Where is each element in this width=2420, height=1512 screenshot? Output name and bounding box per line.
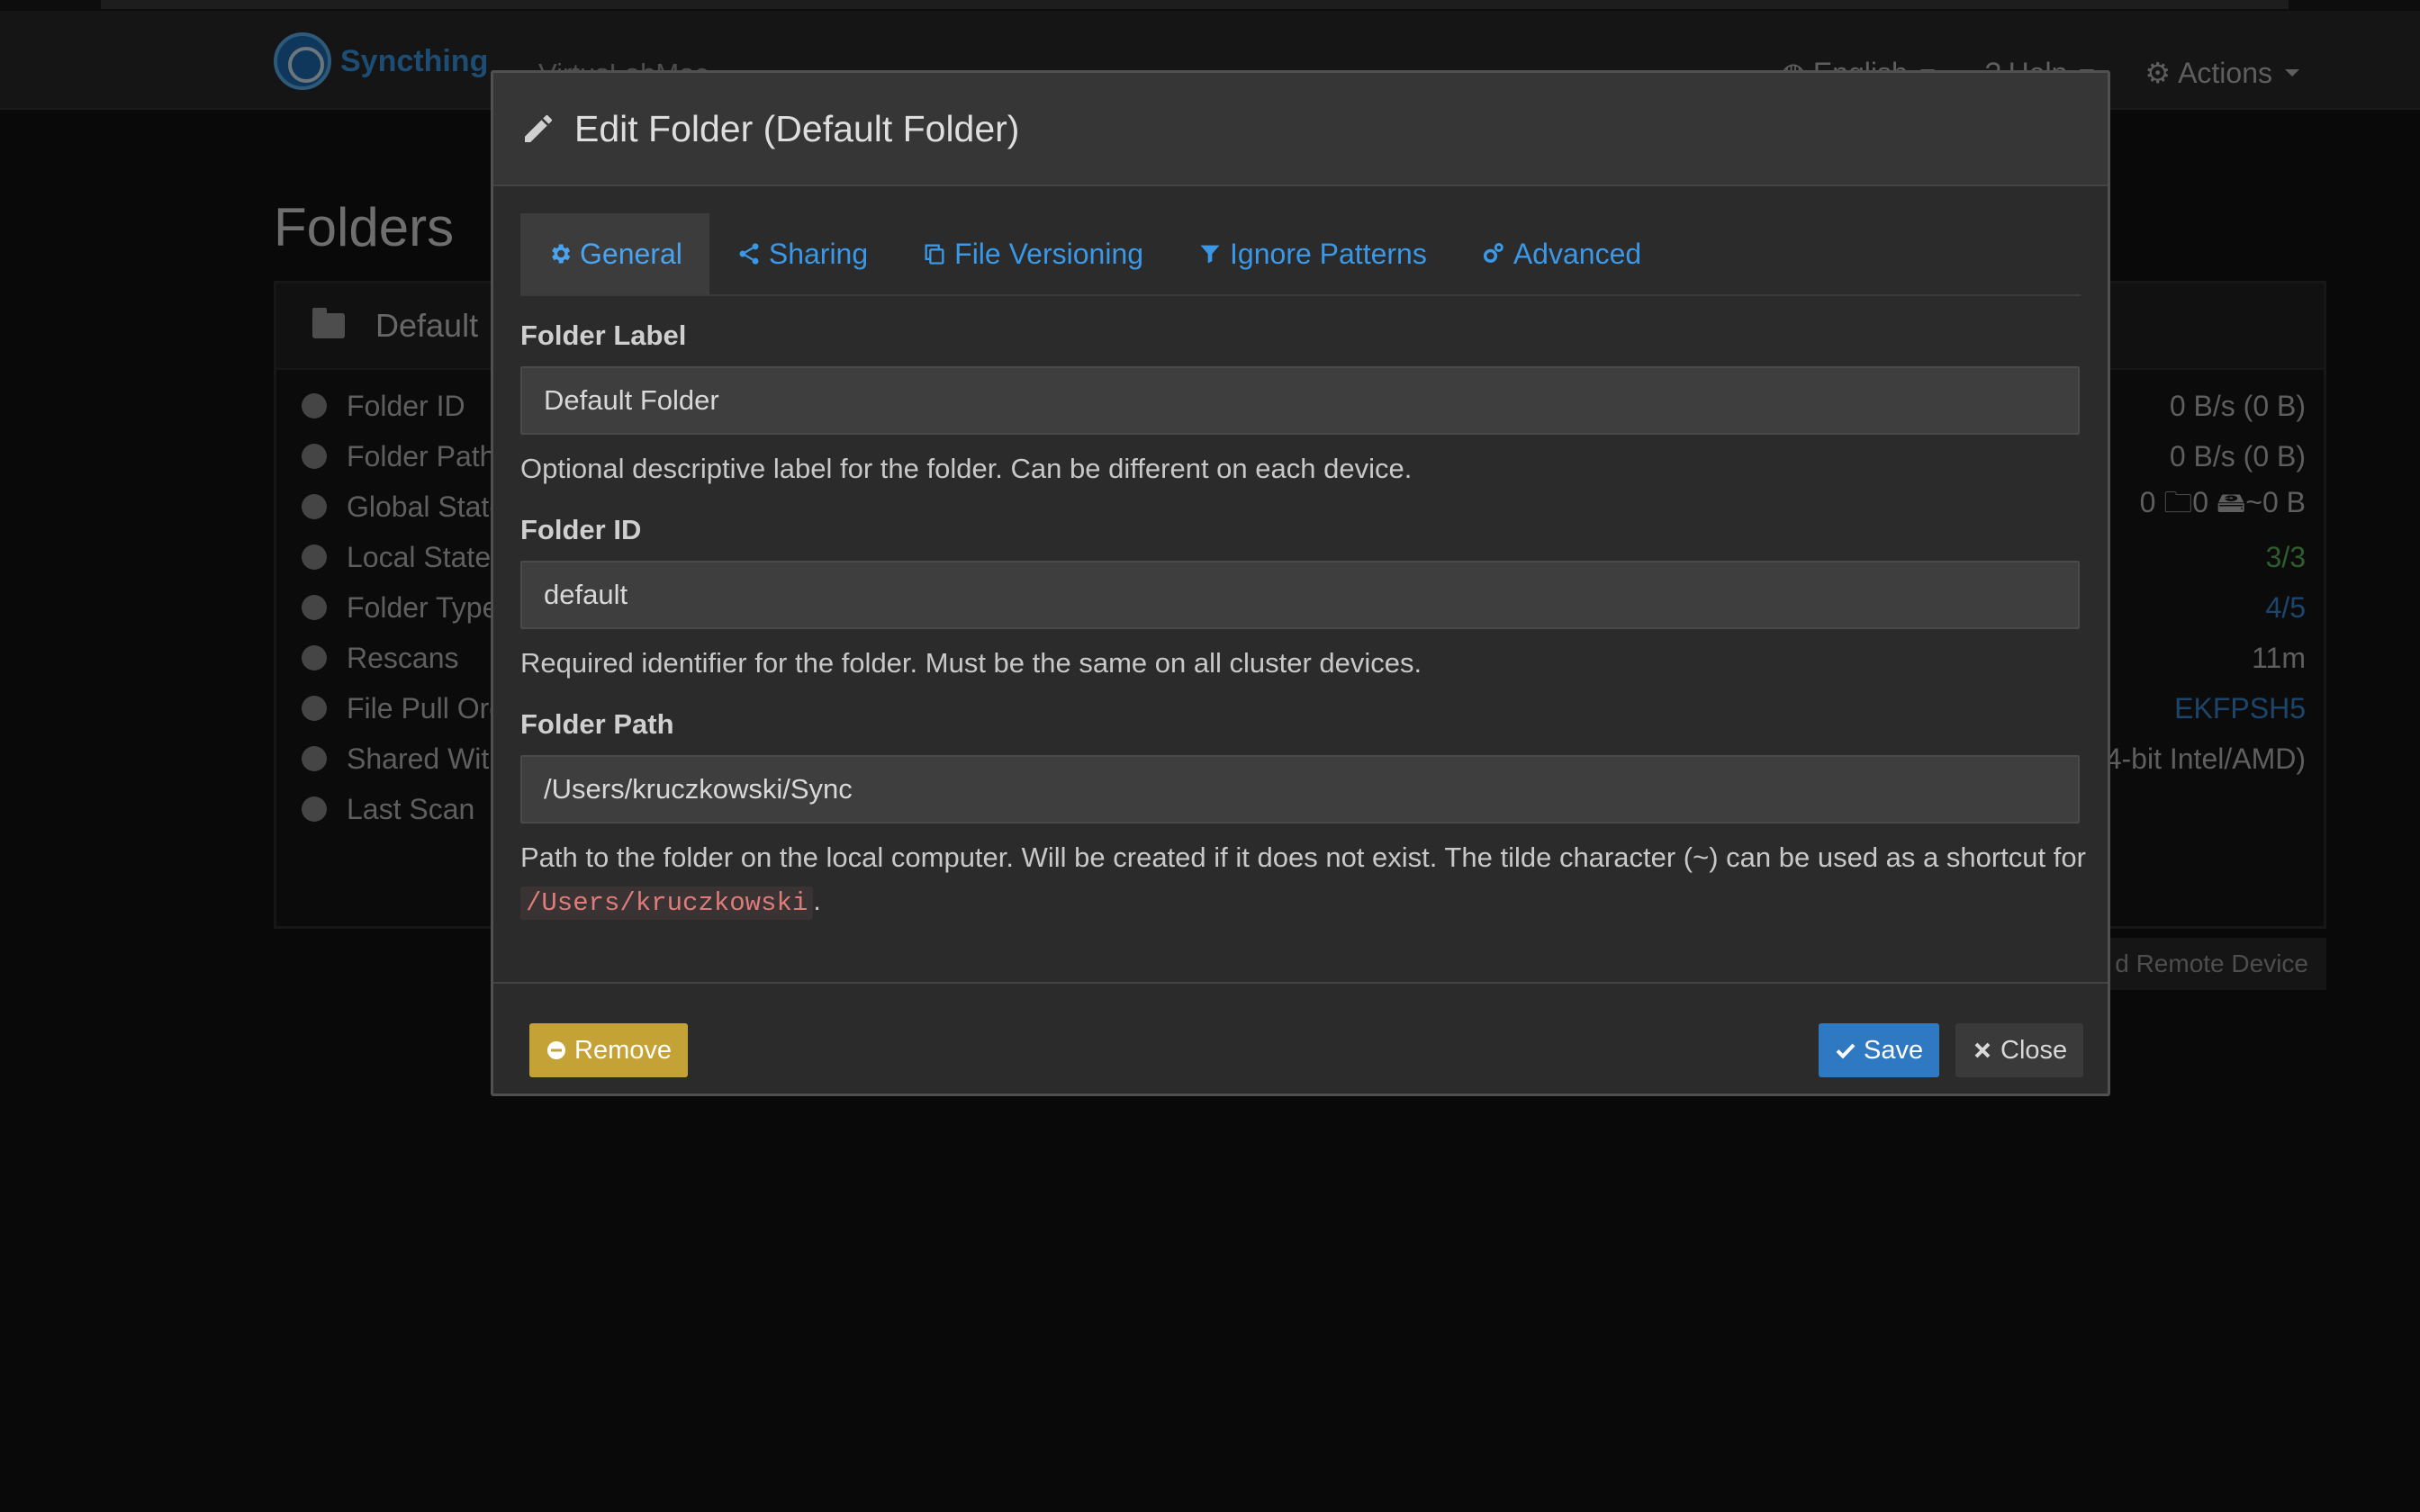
tab-general[interactable]: General <box>520 213 709 294</box>
remove-button[interactable]: Remove <box>529 1023 688 1077</box>
tab-file-versioning[interactable]: File Versioning <box>895 213 1170 294</box>
folder-id-input[interactable] <box>520 561 2080 629</box>
tab-ignore-patterns[interactable]: Ignore Patterns <box>1170 213 1454 294</box>
close-button-label: Close <box>2000 1035 2068 1065</box>
folder-label-input[interactable] <box>520 366 2080 435</box>
folder-id-group: Folder ID Required identifier for the fo… <box>520 514 2081 685</box>
save-button-label: Save <box>1864 1035 1924 1065</box>
tab-file-versioning-label: File Versioning <box>954 237 1144 270</box>
tab-sharing-label: Sharing <box>768 237 869 270</box>
filter-icon <box>1200 245 1220 264</box>
folder-label-help: Optional descriptive label for the folde… <box>520 453 1413 484</box>
folder-path-input[interactable] <box>520 755 2080 824</box>
tab-ignore-patterns-label: Ignore Patterns <box>1230 237 1427 270</box>
remove-button-label: Remove <box>574 1035 672 1065</box>
tab-general-label: General <box>580 237 682 270</box>
folder-path-help-end: . <box>813 885 821 916</box>
folder-path-group: Folder Path Path to the folder on the lo… <box>520 708 2086 925</box>
tab-sharing[interactable]: Sharing <box>709 213 895 294</box>
share-icon <box>739 243 759 265</box>
folder-id-help: Required identifier for the folder. Must… <box>520 647 1422 679</box>
copy-icon <box>925 244 944 265</box>
gears-icon <box>1483 243 1503 263</box>
tab-advanced-label: Advanced <box>1512 237 1642 270</box>
dialog-tabs: General Sharing File Versioning Ignore P… <box>520 213 2081 296</box>
pencil-icon <box>525 114 553 142</box>
dialog-title: Edit Folder (Default Folder) <box>574 107 1020 149</box>
folder-id-label: Folder ID <box>520 514 642 545</box>
gear-icon <box>552 244 571 264</box>
folder-label-group: Folder Label Optional descriptive label … <box>520 320 2081 490</box>
folder-path-help-text: Path to the folder on the local computer… <box>520 842 2086 873</box>
folder-label-label: Folder Label <box>520 320 687 351</box>
dialog-header: Edit Folder (Default Folder) <box>493 73 2108 186</box>
minus-circle-icon <box>547 1041 565 1059</box>
save-button[interactable]: Save <box>1819 1023 1940 1077</box>
folder-path-help: Path to the folder on the local computer… <box>520 836 2087 925</box>
dialog-footer: Remove Save Close <box>493 982 2108 1094</box>
close-button[interactable]: Close <box>1955 1023 2084 1077</box>
home-path-code: /Users/kruczkowski <box>520 886 814 920</box>
check-icon <box>1836 1043 1856 1059</box>
close-icon <box>1974 1042 1991 1058</box>
edit-folder-dialog: Edit Folder (Default Folder) General Sha… <box>491 70 2110 1096</box>
tab-advanced[interactable]: Advanced <box>1454 213 1668 294</box>
folder-path-label: Folder Path <box>520 708 674 740</box>
dialog-body: General Sharing File Versioning Ignore P… <box>493 186 2108 925</box>
